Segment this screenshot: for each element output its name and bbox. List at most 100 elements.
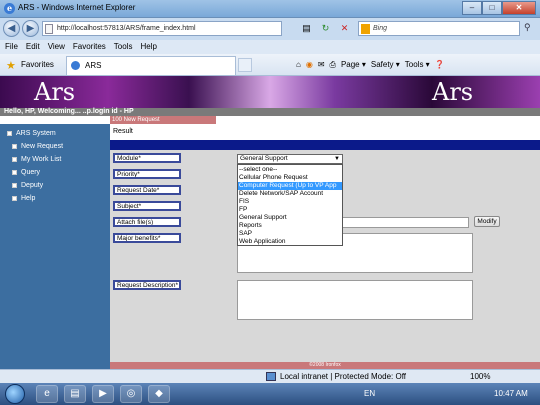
print-icon[interactable]: ⎙ [330,59,336,71]
modify-button[interactable]: Modify [474,216,500,227]
address-actions: ▤ ↻ ✕ [300,22,351,35]
request-form: Result Module* Priority* Request Date* S… [110,124,540,369]
ars-banner: Ars Ars [0,76,540,108]
close-button[interactable]: ✕ [502,1,536,15]
feeds-icon[interactable]: ◉ [306,59,313,71]
sidebar-item-help[interactable]: Help [12,195,35,202]
app-taskbar-icon[interactable]: ◆ [148,385,170,403]
chrome-taskbar-icon[interactable]: ◎ [120,385,142,403]
language-indicator[interactable]: EN [364,389,375,398]
dropdown-option[interactable]: Delete Network/SAP Account [238,190,342,198]
sidebar: ARS System New Request My Work List Quer… [0,124,110,369]
menu-favorites[interactable]: Favorites [73,40,106,54]
dropdown-option[interactable]: Computer Request (Up to VP App [238,182,342,190]
compatibility-icon[interactable]: ▤ [300,22,313,35]
menu-file[interactable]: File [5,40,18,54]
explorer-taskbar-icon[interactable]: ▤ [64,385,86,403]
ie-taskbar-icon[interactable]: e [36,385,58,403]
priority-label: Priority* [113,169,181,179]
refresh-icon[interactable]: ↻ [319,22,332,35]
tools-menu[interactable]: Tools ▾ [405,59,430,71]
forward-button[interactable]: ▶ [22,20,39,37]
system-clock[interactable]: 10:47 AM [494,389,528,398]
menu-help[interactable]: Help [140,40,156,54]
help-icon[interactable]: ❓ [435,59,445,71]
intranet-icon [266,372,276,381]
folder-icon [7,131,12,136]
welcome-message: Hello, HP, Welcoming... ..p.login id - H… [4,108,134,115]
dropdown-option[interactable]: SAP [238,230,342,238]
page-icon [12,196,17,201]
attach-label: Attach file(s) [113,217,181,227]
result-label: Result [113,128,133,135]
module-select[interactable]: General Support ▼ [237,154,343,164]
start-button[interactable] [5,384,25,404]
menu-view[interactable]: View [48,40,65,54]
dropdown-option[interactable]: --select one-- [238,166,342,174]
media-taskbar-icon[interactable]: ▶ [92,385,114,403]
sidebar-item-new-request[interactable]: New Request [12,143,63,150]
favorites-star-icon[interactable]: ★ [6,59,16,72]
sidebar-item-label: Help [21,195,36,202]
dropdown-option[interactable]: FIS [238,198,342,206]
address-bar: ◀ ▶ http://localhost:57813/ARS/frame_ind… [0,18,540,40]
new-tab-button[interactable] [238,58,252,72]
tab-ie-icon [71,61,80,70]
window-controls: – □ ✕ [462,1,536,15]
subject-label: Subject* [113,201,181,211]
sidebar-item-query[interactable]: Query [12,169,40,176]
dropdown-option[interactable]: FP [238,206,342,214]
zoom-level[interactable]: 100% [470,372,490,381]
search-icon[interactable]: ⚲ [524,22,531,33]
maximize-button[interactable]: □ [482,1,502,15]
page-footer: ©2008 Ironfox [110,362,540,369]
sidebar-root[interactable]: ARS System [7,130,56,137]
favorites-button[interactable]: Favorites [21,60,54,69]
dropdown-option[interactable]: Web Application [238,238,342,246]
dropdown-option[interactable]: General Support [238,214,342,222]
module-dropdown-list: --select one-- Cellular Phone Request Comp… [237,164,343,246]
sidebar-root-label: ARS System [16,130,56,137]
sidebar-item-label: My Work List [21,156,62,163]
dropdown-option[interactable]: Reports [238,222,342,230]
ars-logo-right: Ars [432,78,474,106]
window-title-bar: e ARS - Windows Internet Explorer – □ ✕ [0,0,540,18]
url-text: http://localhost:57813/ARS/frame_index.h… [57,25,196,32]
minimize-button[interactable]: – [462,1,482,15]
tab-ars[interactable]: ARS [66,56,236,75]
benefits-label: Major benefits* [113,233,181,243]
sidebar-item-my-work-list[interactable]: My Work List [12,156,61,163]
description-textarea[interactable] [237,280,473,320]
new-request-header: 100 New Request [110,116,216,124]
url-field[interactable]: http://localhost:57813/ARS/frame_index.h… [42,21,282,36]
module-label: Module* [113,153,181,163]
security-zone[interactable]: Local intranet | Protected Mode: Off [280,372,406,381]
search-placeholder: Bing [373,25,388,32]
ars-logo-left: Ars [34,78,76,106]
page-icon [12,183,17,188]
module-select-value: General Support [240,155,288,162]
stop-icon[interactable]: ✕ [338,22,351,35]
menu-tools[interactable]: Tools [114,40,133,54]
dropdown-option[interactable]: Cellular Phone Request [238,174,342,182]
chevron-down-icon: ▼ [334,156,340,162]
search-input[interactable]: Bing [358,21,520,36]
sidebar-item-label: Deputy [21,182,44,189]
window-title: ARS - Windows Internet Explorer [18,3,136,12]
back-button[interactable]: ◀ [3,20,20,37]
ie-logo-icon: e [4,3,15,14]
taskbar: e ▤ ▶ ◎ ◆ EN 10:47 AM [0,383,540,405]
safety-menu[interactable]: Safety ▾ [371,59,400,71]
status-bar: Local intranet | Protected Mode: Off 100… [0,369,540,383]
favorites-bar: ★ Favorites ARS ⌂ ◉ ✉ ⎙ Page ▾ Safety ▾ … [0,54,540,76]
menu-edit[interactable]: Edit [26,40,40,54]
sidebar-item-label: New Request [21,143,64,150]
page-menu[interactable]: Page ▾ [341,59,366,71]
mail-icon[interactable]: ✉ [318,59,325,71]
sidebar-item-deputy[interactable]: Deputy [12,182,43,189]
bing-logo-icon [361,24,370,34]
page-icon [45,24,53,34]
form-header-bar [110,140,540,150]
request-date-label: Request Date* [113,185,181,195]
home-icon[interactable]: ⌂ [296,59,301,71]
